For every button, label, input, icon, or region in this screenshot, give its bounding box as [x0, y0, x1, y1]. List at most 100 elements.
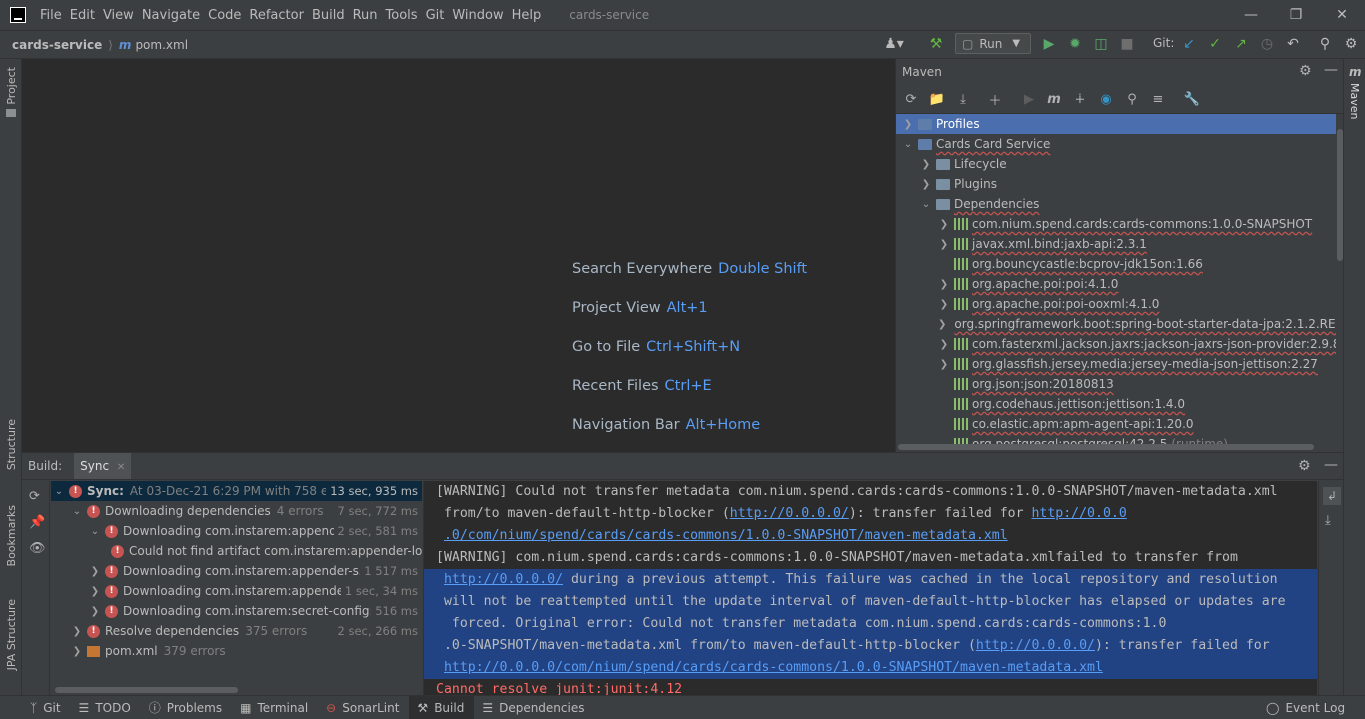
menu-navigate[interactable]: Navigate [138, 8, 204, 23]
tree-item-project[interactable]: ⌄ Cards Card Service [896, 134, 1336, 154]
build-tree-node[interactable]: ! Could not find artifact com.instarem:ap… [51, 541, 422, 561]
dependency-item[interactable]: org.codehaus.jettison:jettison:1.4.0 [896, 394, 1336, 414]
build-tree-node[interactable]: ❯! Downloading com.instarem:appender-s3::… [51, 561, 422, 581]
minimize-icon[interactable]: — [1228, 0, 1274, 30]
git-push-icon[interactable]: ↗ [1231, 34, 1251, 54]
skip-tests-icon[interactable]: ◉ [1097, 90, 1115, 108]
tool-tab-terminal[interactable]: ▦ Terminal [232, 696, 318, 719]
tool-tab-dependencies[interactable]: ☰ Dependencies [474, 696, 594, 719]
menu-refactor[interactable]: Refactor [245, 8, 308, 23]
maven-tool-tab[interactable]: Maven [1348, 83, 1361, 119]
gear-icon[interactable]: ⚙ [1299, 63, 1312, 79]
reload-icon[interactable]: ⟳ [902, 90, 920, 108]
run-configuration-dropdown[interactable]: ▢ Run ▼ [955, 33, 1031, 54]
dependency-item[interactable]: org.json:json:20180813 [896, 374, 1336, 394]
execute-goal-icon[interactable]: m [1045, 90, 1063, 108]
menu-run[interactable]: Run [349, 8, 382, 23]
stop-icon[interactable]: ■ [1117, 34, 1137, 54]
tree-item-plugins[interactable]: ❯ Plugins [896, 174, 1336, 194]
chevron-down-icon[interactable]: ⌄ [920, 199, 932, 210]
menu-build[interactable]: Build [308, 8, 349, 23]
tool-tab-sonarlint[interactable]: ⊖ SonarLint [318, 696, 409, 719]
build-tree-scrollbar[interactable] [55, 687, 238, 693]
dependency-item[interactable]: org.bouncycastle:bcprov-jdk15on:1.66 [896, 254, 1336, 274]
chevron-right-icon[interactable]: ❯ [938, 219, 950, 230]
build-hammer-icon[interactable]: ⚒ [926, 34, 946, 54]
download-icon[interactable]: ⤓ [954, 90, 972, 108]
menu-file[interactable]: File [36, 8, 66, 23]
chevron-right-icon[interactable]: ❯ [938, 299, 950, 310]
generate-sources-icon[interactable]: 📁 [928, 90, 946, 108]
close-tab-icon[interactable]: ✕ [117, 462, 125, 473]
toggle-offline-icon[interactable]: ∔ [1071, 90, 1089, 108]
breadcrumb-file[interactable]: pom.xml [135, 38, 188, 52]
build-tree-node[interactable]: ❯ pom.xml 379 errors [51, 641, 422, 661]
console-link[interactable]: .0/com/nium/spend/cards/cards-commons/1.… [444, 528, 1008, 543]
dependency-item[interactable]: ❯ javax.xml.bind:jaxb-api:2.3.1 [896, 234, 1336, 254]
jpa-structure-tool-tab[interactable]: JPA Structure [5, 599, 18, 670]
chevron-right-icon[interactable]: ❯ [920, 179, 932, 190]
structure-tool-tab[interactable]: Structure [5, 419, 18, 470]
restore-icon[interactable]: ❐ [1273, 0, 1319, 30]
tree-item-dependencies[interactable]: ⌄ Dependencies [896, 194, 1336, 214]
hide-panel-icon[interactable]: — [1324, 62, 1338, 78]
pin-icon[interactable]: 📌 [29, 515, 45, 530]
debug-icon[interactable]: ✹ [1065, 34, 1085, 54]
chevron-right-icon[interactable]: ❯ [938, 339, 950, 350]
tab-sync[interactable]: Sync ✕ [74, 453, 132, 479]
console-link[interactable]: http://0.0.0.0/ [730, 506, 849, 521]
dependency-item[interactable]: ❯ org.springframework.boot:spring-boot-st… [896, 314, 1336, 334]
tool-tab-todo[interactable]: ☰ TODO [71, 696, 141, 719]
add-icon[interactable]: ＋ [986, 90, 1004, 109]
menu-tools[interactable]: Tools [382, 8, 422, 23]
chevron-right-icon[interactable]: ❯ [938, 239, 950, 250]
menu-code[interactable]: Code [204, 8, 245, 23]
hide-panel-icon[interactable]: — [1324, 457, 1338, 473]
tree-item-profiles[interactable]: ❯ Profiles [896, 114, 1336, 134]
git-update-icon[interactable]: ↙ [1179, 34, 1199, 54]
console-link[interactable]: http://0.0.0.0/com/nium/spend/cards/card… [444, 660, 1103, 675]
maven-horizontal-scrollbar[interactable] [898, 444, 1314, 450]
chevron-right-icon[interactable]: ❯ [938, 359, 950, 370]
collapse-all-icon[interactable]: ≡ [1149, 90, 1167, 108]
dependency-item[interactable]: ❯ com.fasterxml.jackson.jaxrs:jackson-jax… [896, 334, 1336, 354]
build-tree-node[interactable]: ⌄! Sync: At 03-Dec-21 6:29 PM with 758 err… [51, 481, 422, 501]
chevron-right-icon[interactable]: ❯ [920, 159, 932, 170]
tool-tab-build[interactable]: ⚒ Build [409, 695, 475, 719]
intellij-logo-icon[interactable] [10, 7, 26, 23]
build-tree-node[interactable]: ❯! Downloading com.instarem:appender-web:… [51, 581, 422, 601]
soft-wrap-icon[interactable]: ↲ [1323, 487, 1341, 505]
build-tree-node[interactable]: ❯! Downloading com.instarem:secret-config… [51, 601, 422, 621]
chevron-right-icon[interactable]: ❯ [938, 319, 946, 330]
dependency-item[interactable]: ❯ org.glassfish.jersey.media:jersey-media… [896, 354, 1336, 374]
chevron-right-icon[interactable]: ❯ [89, 586, 101, 597]
menu-view[interactable]: View [99, 8, 138, 23]
close-icon[interactable]: ✕ [1319, 0, 1365, 30]
coverage-icon[interactable]: ◫ [1091, 34, 1111, 54]
chevron-right-icon[interactable]: ❯ [71, 646, 83, 657]
git-history-icon[interactable]: ◷ [1257, 34, 1277, 54]
project-tool-tab[interactable]: Project [5, 67, 18, 105]
settings-gear-icon[interactable]: ⚙ [1341, 34, 1361, 54]
chevron-right-icon[interactable]: ❯ [89, 566, 101, 577]
tool-tab-problems[interactable]: ⓘ Problems [141, 696, 232, 719]
search-icon[interactable]: ⚲ [1315, 34, 1335, 54]
menu-git[interactable]: Git [422, 8, 449, 23]
dependency-item[interactable]: ❯ org.apache.poi:poi:4.1.0 [896, 274, 1336, 294]
chevron-right-icon[interactable]: ❯ [71, 626, 83, 637]
build-tree-node[interactable]: ⌄! Downloading dependencies 4 errors 7 sec,… [51, 501, 422, 521]
wrench-icon[interactable]: 🔧 [1183, 90, 1201, 108]
chevron-right-icon[interactable]: ❯ [89, 606, 101, 617]
menu-help[interactable]: Help [508, 8, 546, 23]
console-link[interactable]: http://0.0.0 [1031, 506, 1126, 521]
bookmarks-tool-tab[interactable]: Bookmarks [5, 505, 18, 566]
chevron-right-icon[interactable]: ❯ [938, 279, 950, 290]
breadcrumb-project[interactable]: cards-service [12, 38, 102, 52]
build-console-output[interactable]: [WARNING] Could not transfer metadata co… [423, 481, 1317, 696]
git-commit-icon[interactable]: ✓ [1205, 34, 1225, 54]
resync-icon[interactable]: ⟳ [29, 489, 40, 504]
run-goal-icon[interactable]: ▶ [1020, 90, 1038, 108]
event-log-button[interactable]: ◯ Event Log [1258, 696, 1355, 719]
dependency-item[interactable]: ❯ org.apache.poi:poi-ooxml:4.1.0 [896, 294, 1336, 314]
menu-window[interactable]: Window [448, 8, 507, 23]
